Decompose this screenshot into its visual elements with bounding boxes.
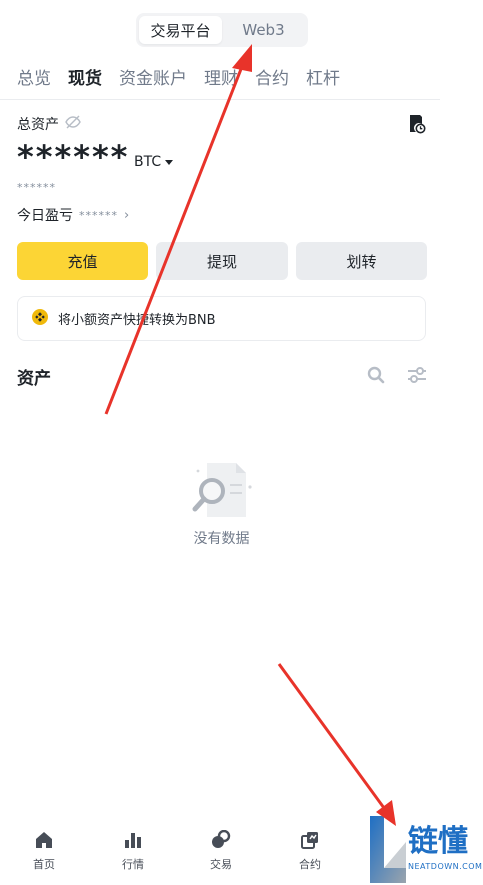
withdraw-button[interactable]: 提现 (156, 242, 288, 280)
annotation-arrow-line (104, 63, 245, 415)
filter-icon[interactable] (407, 366, 427, 388)
account-tabs: 总览 现货 资金账户 理财 合约 杠杆 (17, 64, 357, 89)
assets-title: 资产 (17, 369, 51, 389)
tab-earn[interactable]: 理财 (204, 64, 238, 89)
nav-trade-label: 交易 (210, 858, 232, 871)
total-assets-label: 总资产 (17, 117, 59, 133)
nav-futures[interactable]: 合约 (280, 830, 340, 872)
home-icon (36, 832, 52, 848)
nav-home[interactable]: 首页 (14, 830, 74, 872)
tab-funding[interactable]: 资金账户 (119, 64, 187, 89)
futures-icon (301, 832, 318, 849)
nav-markets[interactable]: 行情 (103, 830, 163, 872)
caret-down-icon (165, 154, 174, 170)
total-assets-row: 总资产 (17, 114, 81, 134)
today-pnl-value: ****** (79, 208, 118, 222)
no-data-icon (190, 461, 256, 523)
currency-selector[interactable]: BTC (134, 154, 174, 170)
history-icon[interactable] (408, 114, 426, 138)
tab-futures[interactable]: 合约 (255, 64, 289, 89)
fiat-value: ****** (17, 181, 56, 194)
trade-icon (212, 830, 231, 848)
deposit-button[interactable]: 充值 (17, 242, 148, 280)
convert-small-assets-banner[interactable]: 将小额资产快捷转换为BNB (17, 296, 426, 341)
tabs-divider (0, 99, 440, 100)
switch-web3[interactable]: Web3 (222, 16, 305, 44)
tab-spot[interactable]: 现货 (68, 64, 102, 89)
watermark-logo-icon (370, 816, 406, 883)
tab-margin[interactable]: 杠杆 (306, 64, 340, 89)
tab-overview[interactable]: 总览 (17, 64, 51, 89)
chevron-right-icon: › (124, 207, 130, 223)
empty-state-text: 没有数据 (193, 531, 250, 547)
watermark: 链懂 NEATDOWN.COM (368, 812, 483, 885)
today-pnl-row[interactable]: 今日盈亏 ****** › (17, 205, 129, 225)
platform-switch: 交易平台 Web3 (136, 13, 308, 47)
markets-icon (125, 833, 141, 848)
transfer-button[interactable]: 划转 (296, 242, 427, 280)
watermark-brand: 链懂 (408, 824, 468, 859)
annotation-arrow-line (277, 663, 386, 809)
search-icon[interactable] (367, 366, 385, 388)
nav-home-label: 首页 (33, 858, 55, 871)
nav-markets-label: 行情 (122, 858, 144, 871)
currency-label: BTC (134, 154, 162, 170)
bnb-icon (32, 308, 48, 329)
total-assets-value: ****** (17, 138, 130, 176)
eye-off-icon[interactable] (65, 115, 81, 133)
today-pnl-label: 今日盈亏 (17, 208, 73, 224)
switch-exchange[interactable]: 交易平台 (139, 16, 222, 44)
nav-futures-label: 合约 (299, 858, 321, 871)
watermark-domain: NEATDOWN.COM (408, 862, 483, 871)
nav-trade[interactable]: 交易 (191, 830, 251, 872)
banner-text: 将小额资产快捷转换为BNB (58, 313, 216, 328)
